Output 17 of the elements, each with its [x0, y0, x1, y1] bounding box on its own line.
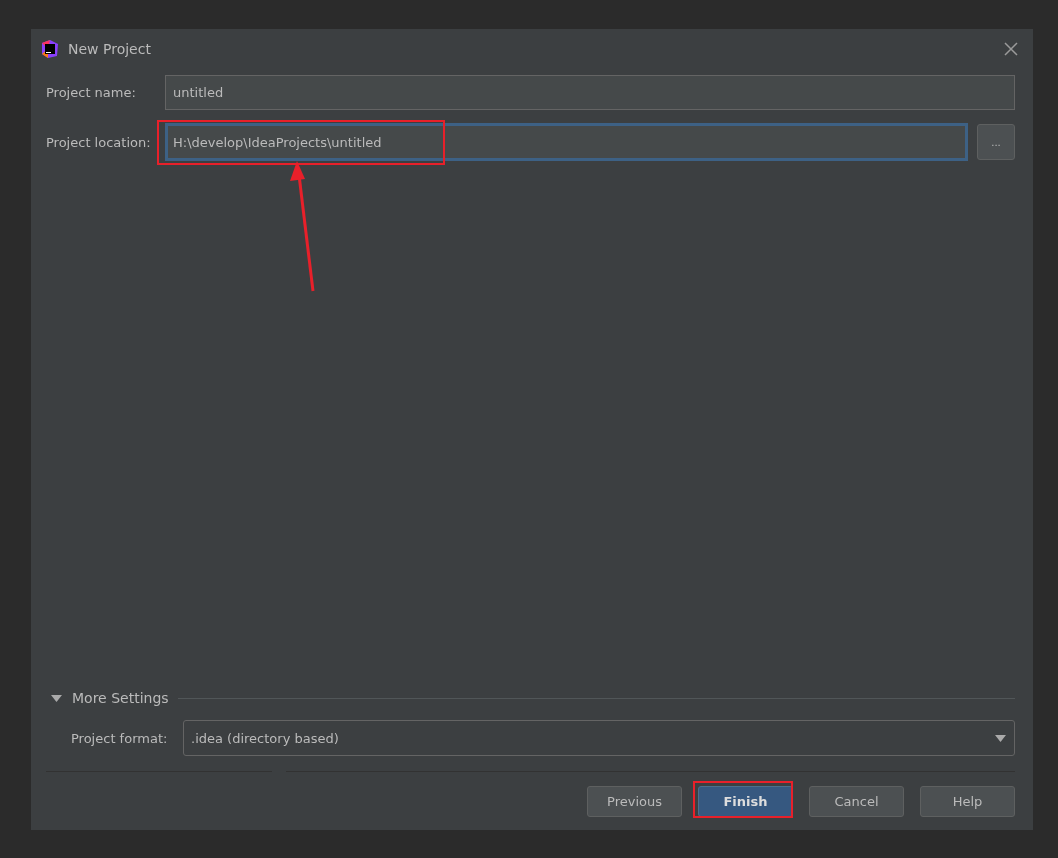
dialog-button[interactable]: Cancel [809, 786, 904, 817]
dialog-button[interactable]: Previous [587, 786, 682, 817]
app-logo-icon [40, 39, 60, 59]
triangle-icon [51, 694, 62, 702]
close-icon[interactable] [1003, 41, 1019, 57]
caret-icon [995, 734, 1006, 742]
format-dropdown[interactable]: .idea (directory based) [183, 720, 1015, 756]
more-settings-toggle[interactable]: More Settings [46, 690, 169, 706]
field-label: Project location: [46, 134, 152, 150]
field-label: Project name: [46, 85, 137, 100]
browse-button[interactable]: ... [977, 124, 1015, 160]
window-title: New Project [68, 41, 152, 57]
text-field[interactable]: untitled [165, 75, 1015, 110]
dialog-button[interactable]: Finish [698, 786, 793, 817]
field-label: Project format: [71, 730, 169, 746]
text-field[interactable]: H:\develop\IdeaProjects\untitled [165, 123, 968, 161]
dialog-button[interactable]: Help [920, 786, 1015, 817]
